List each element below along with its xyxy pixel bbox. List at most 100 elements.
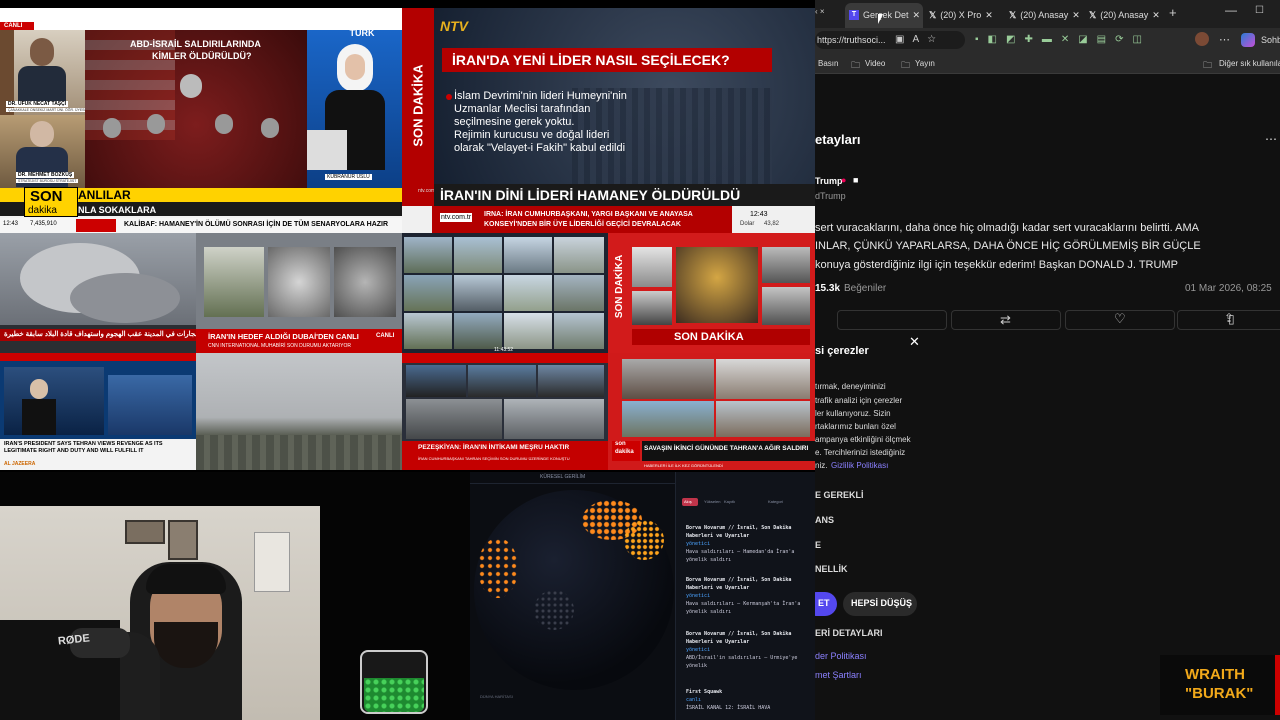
chat-tab-1[interactable]: Akış xyxy=(684,499,692,504)
cell-smoke-arabic: انفجارات في المدينة عقب الهجوم واستهداف … xyxy=(0,233,196,353)
cookie-text-6: e. Tercihlerinizi istediğiniz xyxy=(815,448,906,457)
author-name[interactable]: Trump xyxy=(815,176,843,186)
reply-button[interactable] xyxy=(837,310,947,330)
deny-label: HEPSİ DÜŞÜŞ xyxy=(851,598,913,608)
post-date: 01 Mar 2026, 08:25 xyxy=(1185,283,1272,294)
cookie-details[interactable]: ERİ DETAYLARI xyxy=(815,628,883,638)
heart-icon: ♡ xyxy=(1114,311,1126,326)
tahran-title: SAVAŞIN İKİNCİ GÜNÜNDE TAHRAN'A AĞIR SAL… xyxy=(644,445,809,452)
tab-label: (20) Anasay xyxy=(1020,10,1069,20)
guest1-title: ÇANAKKALE ONSEKİZ MART ÜNİ. ÖĞR. ÜYESİ xyxy=(6,108,88,112)
close-icon[interactable]: ✕ xyxy=(1072,10,1080,21)
tab-x-anasayfa-2[interactable]: 𝕏 (20) Anasay ✕ xyxy=(1089,6,1160,24)
verified-icon: ● xyxy=(841,175,847,185)
ntv-ticker-1: IRNA: İRAN CUMHURBAŞKANI, YARGI BAŞKANI … xyxy=(484,211,693,218)
cell-pezeskiyan: PEZEŞKİYAN: İRAN'IN İNTİKAMI MEŞRU HAKTI… xyxy=(402,353,608,470)
privacy-link[interactable]: Gizlilik Politikası xyxy=(831,461,888,470)
option-functional[interactable]: E xyxy=(815,540,821,550)
extension-icons[interactable]: ▪◧◩✚▬✕◪▤⟳◫ xyxy=(975,34,1151,45)
globe-footer: DÜNYA HARİTASI xyxy=(480,694,513,699)
like-button[interactable]: ♡ xyxy=(1065,310,1175,330)
minimize-icon[interactable]: — xyxy=(1225,3,1237,17)
chat-user: Borva Novarum // İsrail, Son Dakika Habe… xyxy=(686,525,792,539)
chat-tag: yönetici xyxy=(686,593,711,599)
close-partial-icon[interactable]: ‹ × xyxy=(815,7,825,16)
close-icon[interactable]: ✕ xyxy=(1152,10,1160,21)
option-required[interactable]: E GEREKLİ xyxy=(815,490,864,500)
author-handle: dTrump xyxy=(815,191,846,201)
dubai-live-title: İRAN'IN HEDEF ALDIĞI DUBAİ'DEN CANLI xyxy=(208,332,359,341)
truth-icon: T xyxy=(849,10,859,20)
bookmark-video[interactable]: Video xyxy=(865,59,885,68)
bookmark-yayin[interactable]: Yayın xyxy=(915,59,935,68)
post-line-1: sert vuracaklarını, daha önce hiç olmadı… xyxy=(815,222,1199,234)
chat-tab-2[interactable]: Yükselen xyxy=(704,499,720,504)
new-tab-icon[interactable]: + xyxy=(1169,5,1177,20)
headline-line1: ABD-İSRAİL SALDIRILARINDA xyxy=(130,39,261,49)
cookie-title: si çerezler xyxy=(815,345,869,357)
post-line-2: INLAR, ÇÜNKÜ YAPARLARSA, DAHA ÖNCE HİÇ G… xyxy=(815,240,1201,252)
x-icon: 𝕏 xyxy=(1009,9,1017,20)
cookie-text-1: tırmak, deneyiminizi xyxy=(815,382,886,391)
cookie-close-icon[interactable]: ✕ xyxy=(909,334,920,350)
chat-item[interactable]: Borva Novarum // İsrail, Son Dakika Habe… xyxy=(686,630,811,670)
option-targeting[interactable]: NELLİK xyxy=(815,564,848,574)
chat-item[interactable]: First Squawk canlı İSRAİL KANAL 12: İSRA… xyxy=(686,688,811,712)
post-line-3: konuya gösterdiğiniz ilgi için teşekkür … xyxy=(815,259,1178,271)
x-icon: 𝕏 xyxy=(1089,9,1097,20)
ntv-dolar-value: 43,82 xyxy=(764,221,780,227)
ntv-body-4: Rejimin kurucusu ve doğal lideri xyxy=(454,129,610,141)
tab-label: Gerçek Det xyxy=(863,10,909,20)
haberturk-stream: CANLI DR. UFUK NECAT TAŞÇI ÇANAKKALE ONS… xyxy=(0,8,402,233)
bookmark-basin[interactable]: Basın xyxy=(818,59,838,68)
cookie-policy-link[interactable]: der Politikası xyxy=(815,651,867,661)
repost-button[interactable]: ⇄ xyxy=(951,310,1061,330)
chat-tab-3[interactable]: Kayıtlı xyxy=(724,499,735,504)
banner-line2: NLA SOKAKLARA xyxy=(78,205,157,215)
chat-body: Hava saldırıları — Kermanşah'ta İran'a y… xyxy=(686,601,801,615)
guest1-name: DR. UFUK NECAT TAŞÇI xyxy=(6,101,69,107)
tab-x-pro[interactable]: 𝕏 (20) X Pro ✕ xyxy=(929,6,993,24)
close-icon[interactable]: ✕ xyxy=(913,10,921,21)
maximize-icon[interactable]: ☐ xyxy=(1255,5,1264,16)
son-label: SON xyxy=(30,188,63,205)
ntv-time: 12:43 xyxy=(750,211,768,218)
more-icon[interactable]: ⋯ xyxy=(1265,132,1277,146)
son-small: son xyxy=(615,441,626,447)
copilot-label: Sohb xyxy=(1261,35,1280,45)
share-icon[interactable]: ⇪ xyxy=(1224,311,1234,325)
live-badge: CANLI xyxy=(4,23,23,29)
cell-webcams: 11:43:52 xyxy=(402,233,608,353)
avatar[interactable] xyxy=(1195,32,1209,46)
son-dakika-side: SON DAKİKA xyxy=(614,254,626,319)
dubai-live-badge: CANLI xyxy=(376,333,395,339)
chat-item[interactable]: Borva Novarum // İsrail, Son Dakika Habe… xyxy=(686,576,811,616)
cookie-text-4: rtaklarımız bunları özel xyxy=(815,422,896,431)
cookie-text-3: ler kullanıyoruz. Sizin xyxy=(815,409,891,418)
chat-body: ABD/İsrail'in saldırıları — Urmiye'ye yö… xyxy=(686,655,798,669)
browser-window: T Gerçek Det ✕ 𝕏 (20) X Pro ✕ 𝕏 (20) Ana… xyxy=(815,0,1280,720)
banner-line1: ANLILAR xyxy=(78,188,131,202)
menu-icon[interactable]: ⋯ xyxy=(1219,33,1230,46)
toolbar-icons[interactable]: ▣A☆ xyxy=(895,34,944,45)
option-performance[interactable]: ANS xyxy=(815,515,834,525)
chat-panel: Akış Yükselen Kayıtlı Kategori Borva Nov… xyxy=(675,472,815,720)
url-text: https://truthsoci... xyxy=(817,35,886,45)
cursor-icon xyxy=(878,14,883,24)
cookie-text-2: trafik analizi için çerezler xyxy=(815,396,903,405)
chat-tab-4[interactable]: Kategori xyxy=(768,499,783,504)
anchor-name: KÜBRANUR USLU xyxy=(325,174,372,180)
tab-x-anasayfa[interactable]: 𝕏 (20) Anasay ✕ xyxy=(1009,6,1080,24)
folder-icon: 🗀 xyxy=(851,60,861,70)
ntv-banner: İRAN'IN DİNİ LİDERİ HAMANEY ÖLDÜRÜLDÜ xyxy=(440,187,741,203)
terms-link[interactable]: met Şartları xyxy=(815,670,862,680)
chat-item[interactable]: Borva Novarum // İsrail, Son Dakika Habe… xyxy=(686,524,811,564)
copilot-icon[interactable] xyxy=(1241,33,1255,47)
close-icon[interactable]: ✕ xyxy=(985,10,993,21)
other-bookmarks[interactable]: Diğer sık kullanılanlar xyxy=(1219,59,1280,68)
guest2-title: STRATEJİST BÜROSU STRATEJİST xyxy=(16,179,79,183)
tab-gercek-detaylar[interactable]: T Gerçek Det ✕ xyxy=(849,6,920,24)
globe-header: KÜRESEL GERİLİM xyxy=(540,474,586,480)
cookie-text-7: niz. xyxy=(815,461,828,470)
tab-label: (20) Anasay xyxy=(1100,10,1149,20)
